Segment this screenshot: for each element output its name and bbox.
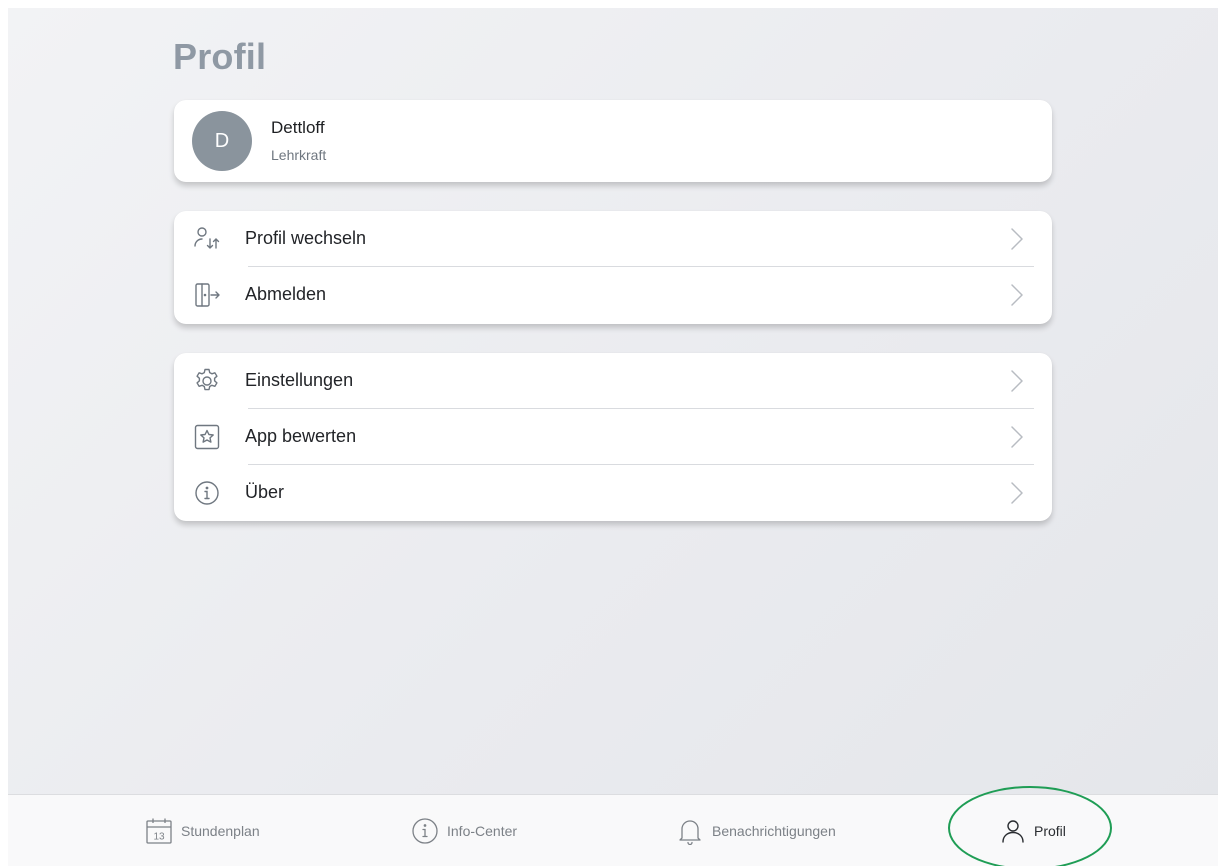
tab-info-center[interactable]: Info-Center (411, 795, 517, 866)
avatar: D (192, 111, 252, 171)
switch-profile-label: Profil wechseln (245, 228, 367, 248)
user-name: Dettloff (271, 118, 325, 137)
chevron-right-icon (1011, 482, 1023, 504)
logout-label: Abmelden (245, 284, 327, 304)
info-icon (195, 481, 219, 505)
calendar-icon: 13 (146, 818, 172, 844)
page-title: Profil (173, 36, 267, 77)
app-menu: Einstellungen App bewerten Über (174, 353, 1052, 521)
profile-card[interactable]: D Dettloff Lehrkraft (174, 100, 1052, 182)
tab-label: Stundenplan (181, 823, 260, 839)
person-icon (1002, 820, 1024, 843)
logout-door-icon (195, 283, 220, 307)
about-label: Über (245, 482, 285, 502)
tab-label: Benachrichtigungen (712, 823, 836, 839)
info-icon (412, 818, 438, 844)
rate-app-row[interactable]: App bewerten (174, 409, 1052, 465)
logout-row[interactable]: Abmelden (174, 267, 1052, 323)
chevron-right-icon (1011, 426, 1023, 448)
bell-icon (679, 820, 701, 845)
tab-stundenplan[interactable]: 13 Stundenplan (145, 795, 260, 866)
switch-profile-icon (194, 227, 220, 249)
account-menu: Profil wechseln Abmelden (174, 211, 1052, 324)
settings-label: Einstellungen (245, 370, 354, 390)
settings-row[interactable]: Einstellungen (174, 353, 1052, 409)
chevron-right-icon (1011, 284, 1023, 306)
rate-app-label: App bewerten (245, 426, 357, 446)
user-role: Lehrkraft (271, 147, 327, 163)
about-row[interactable]: Über (174, 465, 1052, 521)
tab-label: Profil (1034, 823, 1066, 839)
tab-benachrichtigungen[interactable]: Benachrichtigungen (676, 795, 836, 866)
tab-profil[interactable]: Profil (1000, 795, 1066, 866)
tab-label: Info-Center (447, 823, 518, 839)
star-icon (194, 424, 220, 450)
switch-profile-row[interactable]: Profil wechseln (174, 211, 1052, 267)
calendar-day: 13 (153, 832, 165, 843)
profile-screen: Profil D Dettloff Lehrkraft Profil wechs… (8, 8, 1218, 866)
gear-icon (196, 368, 218, 391)
chevron-right-icon (1011, 370, 1023, 392)
tab-bar: 13 Stundenplan Info-Center Benachrichtig… (8, 794, 1218, 866)
chevron-right-icon (1011, 228, 1023, 250)
